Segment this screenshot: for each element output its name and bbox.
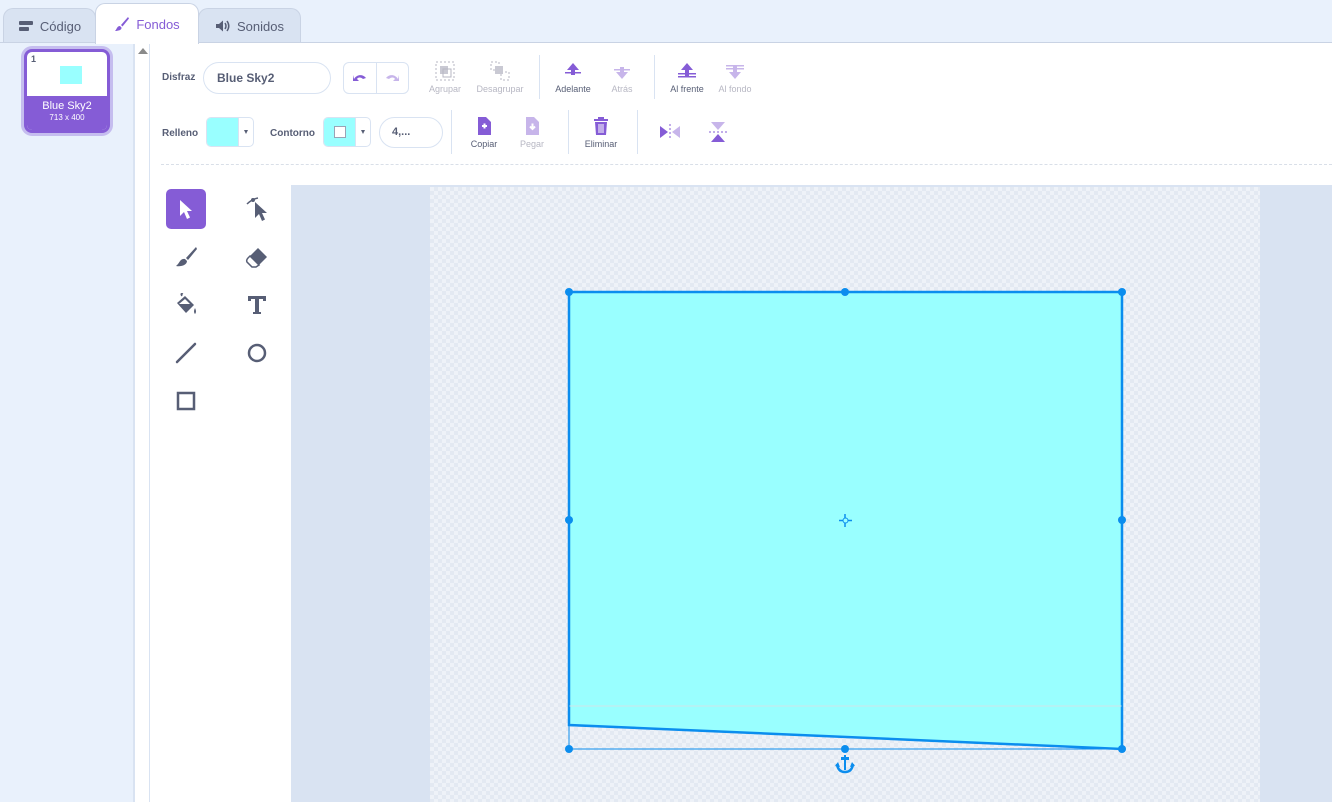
resize-handle[interactable] [841, 288, 849, 296]
resize-handle[interactable] [1118, 745, 1126, 753]
resize-handle[interactable] [841, 745, 849, 753]
resize-handle[interactable] [565, 288, 573, 296]
tab-backdrops-label: Fondos [136, 16, 180, 32]
resize-handle[interactable] [565, 516, 573, 524]
resize-handle[interactable] [565, 745, 573, 753]
resize-handle[interactable] [1118, 288, 1126, 296]
tab-backdrops[interactable]: Fondos [95, 3, 199, 44]
selection-overlay [565, 288, 1126, 774]
paintbrush-icon [114, 16, 130, 32]
rotate-handle-icon[interactable] [835, 755, 855, 774]
resize-handle[interactable] [1118, 516, 1126, 524]
